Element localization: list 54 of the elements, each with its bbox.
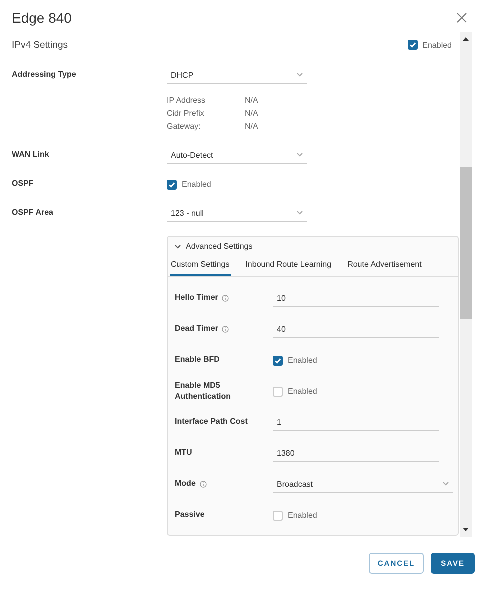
info-icon bbox=[200, 480, 207, 488]
input-field[interactable]: 1380 bbox=[273, 445, 439, 462]
info-value: N/A bbox=[245, 109, 258, 118]
field-label: Hello Timer bbox=[175, 293, 218, 304]
checkbox[interactable] bbox=[167, 180, 177, 190]
field-label: Enable BFD bbox=[175, 355, 220, 366]
checkmark-icon bbox=[274, 356, 282, 364]
select-field[interactable]: 123 - null bbox=[167, 205, 307, 222]
select-field[interactable]: Broadcast bbox=[273, 476, 453, 493]
checkbox-label: Enabled bbox=[288, 387, 318, 396]
checkbox-label: Enabled bbox=[288, 356, 318, 365]
checkbox-label: Enabled bbox=[422, 40, 452, 50]
scrollbar[interactable] bbox=[460, 32, 472, 537]
field-label: Enable MD5 Authentication bbox=[175, 380, 232, 402]
field-label: Passive bbox=[175, 510, 205, 521]
field-label: Interface Path Cost bbox=[175, 417, 248, 428]
checkbox[interactable] bbox=[273, 356, 283, 366]
field-label: Addressing Type bbox=[12, 70, 76, 81]
checkbox-label: Enabled bbox=[182, 180, 212, 189]
chevron-down-icon bbox=[443, 482, 449, 486]
input-field[interactable]: 1 bbox=[273, 414, 439, 431]
info-icon bbox=[222, 294, 230, 302]
field-label: MTU bbox=[175, 448, 192, 459]
chevron-down-icon bbox=[297, 153, 303, 157]
tab[interactable]: Inbound Route Learning bbox=[244, 256, 333, 276]
chevron-down-icon bbox=[297, 73, 303, 77]
info-icon bbox=[222, 326, 230, 333]
close-icon[interactable] bbox=[456, 12, 468, 24]
triangle-up-icon[interactable] bbox=[462, 35, 470, 43]
field-label: OSPF bbox=[12, 179, 34, 190]
field-label: OSPF Area bbox=[12, 208, 54, 219]
info-value: N/A bbox=[245, 96, 258, 105]
field-label: Dead Timer bbox=[175, 324, 218, 335]
dialog-title: Edge 840 bbox=[12, 10, 72, 26]
tab[interactable]: Route Advertisement bbox=[346, 256, 423, 276]
checkbox[interactable] bbox=[408, 40, 418, 50]
advanced-settings-toggle[interactable]: Advanced Settings bbox=[168, 237, 260, 256]
info-label: Gateway: bbox=[167, 122, 202, 131]
tab[interactable]: Custom Settings bbox=[170, 256, 231, 276]
chevron-down-icon bbox=[297, 211, 303, 215]
checkmark-icon bbox=[408, 41, 417, 49]
info-label: Cidr Prefix bbox=[167, 109, 206, 118]
info-value: N/A bbox=[245, 122, 258, 131]
select-field[interactable]: Auto-Detect bbox=[167, 147, 307, 164]
input-field[interactable]: 40 bbox=[273, 321, 439, 338]
section-title: IPv4 Settings bbox=[12, 40, 68, 50]
field-label: WAN Link bbox=[12, 150, 50, 161]
triangle-down-icon[interactable] bbox=[462, 526, 470, 534]
checkbox-label: Enabled bbox=[288, 511, 318, 520]
input-field[interactable]: 10 bbox=[273, 290, 439, 307]
checkmark-icon bbox=[168, 180, 176, 188]
field-label: Mode bbox=[175, 479, 196, 490]
info-label: IP Address bbox=[167, 96, 207, 105]
select-field[interactable]: DHCP bbox=[167, 67, 307, 84]
